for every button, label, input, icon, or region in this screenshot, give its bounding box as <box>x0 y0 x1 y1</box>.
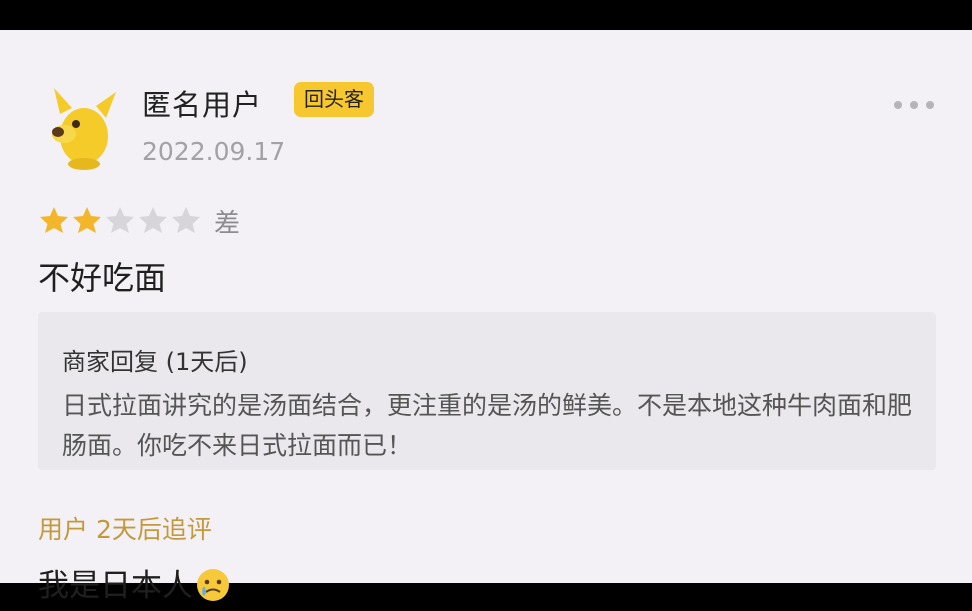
dot <box>894 101 902 109</box>
star-filled-icon <box>40 207 68 233</box>
review-card: 匿名用户 回头客 2022.09.17 差 不好吃面 商家回复 (1天后) 日式… <box>0 30 972 604</box>
dot <box>926 101 934 109</box>
star-empty-icon <box>106 207 134 233</box>
merchant-reply-title: 商家回复 (1天后) <box>62 348 248 376</box>
rating-label: 差 <box>214 209 241 239</box>
merchant-reply-text: 日式拉面讲究的是汤面结合，更注重的是汤的鲜美。不是本地这种牛肉面和肥肠面。你吃不… <box>62 391 913 460</box>
merchant-reply-box: 商家回复 (1天后) 日式拉面讲究的是汤面结合，更注重的是汤的鲜美。不是本地这种… <box>38 312 936 470</box>
more-dots-icon[interactable] <box>894 94 948 116</box>
review-text: 不好吃面 <box>38 259 167 297</box>
dog-mascot-icon[interactable] <box>46 84 122 170</box>
star-empty-icon <box>172 207 200 233</box>
followup-label: 用户 2天后追评 <box>38 515 212 544</box>
username[interactable]: 匿名用户 <box>142 82 262 124</box>
review-date: 2022.09.17 <box>142 137 286 166</box>
star-filled-icon <box>73 207 101 233</box>
returning-customer-badge: 回头客 <box>294 82 374 117</box>
star-empty-icon <box>139 207 167 233</box>
star-rating <box>38 205 203 235</box>
crying-face-icon <box>195 567 231 603</box>
dot <box>910 101 918 109</box>
followup-text: 我是日本人 <box>38 560 231 605</box>
followup-text-content: 我是日本人 <box>38 568 193 604</box>
